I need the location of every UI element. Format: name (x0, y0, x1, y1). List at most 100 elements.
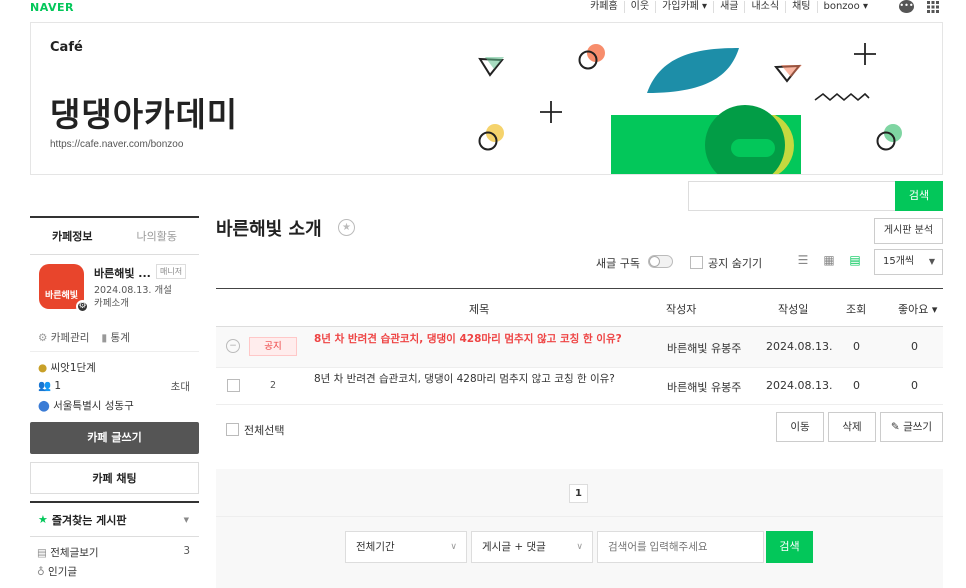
notice-likes: 0 (911, 340, 918, 353)
board-options: 새글 구독 공지 숨기기 ☰ ▦ ▤ 15개씩 ▼ (216, 248, 943, 276)
card-view-icon[interactable]: ▦ (822, 253, 836, 267)
write-post-label: 글쓰기 (903, 421, 933, 433)
delete-button[interactable]: 삭제 (828, 412, 876, 442)
gnb-link-my-news[interactable]: 내소식 (744, 1, 785, 13)
cafe-search-input[interactable] (689, 182, 894, 210)
member-count-value[interactable]: 1 (54, 380, 61, 392)
board-list: ▤ 전체글보기 3 ♁ 인기글 (30, 537, 199, 583)
hide-notice-checkbox[interactable] (690, 256, 703, 269)
col-date: 작성일 (778, 303, 809, 316)
tab-my-activity[interactable]: 나의활동 (115, 228, 200, 244)
seed-icon: ● (38, 362, 48, 374)
apps-grid-icon[interactable] (926, 0, 940, 14)
chevron-down-icon: ∨ (450, 542, 457, 552)
cafe-profile: 바른해빛 ⚙ 바른해빛 ... 매니저 2024.08.13. 개설 카페소개 (30, 264, 199, 324)
cafe-name[interactable]: 댕댕아카데미 (50, 88, 238, 136)
favorite-boards-label: 즐겨찾는 게시판 (51, 513, 127, 527)
minus-circle-icon[interactable]: − (226, 339, 240, 353)
cafe-chat-button[interactable]: 카페 채팅 (30, 462, 199, 494)
board-item-label: 인기글 (48, 566, 78, 578)
write-post-button[interactable]: ✎ 글쓰기 (880, 412, 943, 442)
chevron-down-icon[interactable]: ▼ (184, 516, 189, 524)
cafe-profile-image[interactable]: 바른해빛 ⚙ (39, 264, 89, 313)
cafe-manage-links: ⚙ 카페관리 ▮ 통계 (30, 324, 199, 352)
chat-bubble-icon[interactable]: ••• (899, 0, 914, 13)
sidebar-tabs: 카페정보 나의활동 (30, 216, 199, 255)
gnb-links: 카페홈 이웃 가입카페 ▾ 새글 내소식 채팅 bonzoo ▾ (584, 1, 874, 13)
col-title: 제목 (469, 303, 490, 316)
board-item-popular[interactable]: ♁ 인기글 (37, 564, 199, 583)
stats-link[interactable]: ▮ 통계 (101, 330, 129, 345)
cafe-banner: Café 댕댕아카데미 https://cafe.naver.com/bonzo… (30, 22, 943, 175)
col-likes[interactable]: 좋아요 ▾ (898, 301, 937, 317)
board-search-input[interactable] (597, 531, 764, 563)
notice-author[interactable]: 바른해빛 유봉주 (667, 340, 741, 356)
table-header: 제목 작성자 작성일 조회 좋아요 ▾ (216, 289, 943, 327)
location-pin-icon: ⬤ (38, 400, 50, 412)
move-button[interactable]: 이동 (776, 412, 824, 442)
invite-link[interactable]: 초대 (171, 379, 190, 394)
row-checkbox[interactable] (227, 379, 240, 392)
notice-title[interactable]: 8년 차 반려견 습관코치, 댕댕이 428마리 멈추지 않고 코칭 한 이유? (314, 332, 644, 347)
cafe-intro-link[interactable]: 카페소개 (94, 295, 129, 309)
naver-logo[interactable]: NAVER (30, 1, 74, 14)
post-title[interactable]: 8년 차 반려견 습관코치, 댕댕이 428마리 멈추지 않고 코칭 한 이유? (314, 372, 644, 387)
subscribe-toggle[interactable] (648, 255, 673, 268)
popular-icon: ♁ (37, 566, 45, 578)
notice-date: 2024.08.13. (766, 340, 833, 353)
gear-icon: ⚙ (38, 332, 48, 344)
board-title: 바른해빛 소개 (216, 219, 322, 240)
post-date: 2024.08.13. (766, 379, 833, 392)
settings-icon[interactable]: ⚙ (76, 300, 89, 313)
notice-row[interactable]: − 공지 8년 차 반려견 습관코치, 댕댕이 428마리 멈추지 않고 코칭 … (216, 327, 943, 368)
select-all-option[interactable]: 전체선택 (226, 422, 284, 438)
gnb-link-cafe-home[interactable]: 카페홈 (584, 1, 624, 13)
board-search-button[interactable]: 검색 (766, 531, 813, 563)
cafe-logo[interactable]: Café (50, 40, 83, 55)
cafe-search-box: 검색 (688, 181, 943, 211)
gnb-link-joined-cafes[interactable]: 가입카페 ▾ (655, 1, 713, 13)
post-author[interactable]: 바른해빛 유봉주 (667, 379, 741, 395)
manager-badge: 매니저 (156, 264, 187, 279)
list-view-icon[interactable]: ☰ (796, 253, 810, 267)
per-page-select[interactable]: 15개씩 ▼ (874, 249, 943, 275)
board-item-all[interactable]: ▤ 전체글보기 3 (37, 545, 199, 564)
table-row[interactable]: 2 8년 차 반려견 습관코치, 댕댕이 428마리 멈추지 않고 코칭 한 이… (216, 368, 943, 405)
gnb-link-new-posts[interactable]: 새글 (713, 1, 744, 13)
post-views: 0 (853, 379, 860, 392)
board-analysis-button[interactable]: 게시판 분석 (874, 218, 943, 244)
col-author: 작성자 (666, 303, 697, 316)
notice-views: 0 (853, 340, 860, 353)
cafe-info-list: ● 씨앗1단계 👥 1 초대 ⬤ 서울특별시 성동구 (30, 352, 199, 417)
dropdown-arrow-icon: ▼ (928, 257, 935, 266)
select-all-checkbox[interactable] (226, 423, 239, 436)
bar-chart-icon: ▮ (101, 332, 108, 344)
favorite-star-icon[interactable]: ★ (338, 219, 355, 236)
stats-label: 통계 (110, 332, 130, 344)
hide-notice-option[interactable]: 공지 숨기기 (690, 255, 762, 271)
cafe-search-button[interactable]: 검색 (895, 181, 943, 211)
board-item-label: 전체글보기 (50, 547, 99, 559)
scope-select[interactable]: 게시글 + 댓글 ∨ (471, 531, 593, 563)
favorite-boards-header[interactable]: ★ 즐겨찾는 게시판 ▼ (30, 501, 199, 537)
hide-notice-label: 공지 숨기기 (708, 257, 763, 270)
album-view-icon[interactable]: ▤ (848, 253, 862, 267)
member-count: 👥 1 초대 (38, 379, 199, 398)
cafe-level-label[interactable]: 씨앗1단계 (51, 362, 96, 374)
manager-name[interactable]: 바른해빛 ... (94, 265, 151, 281)
tab-cafe-info[interactable]: 카페정보 (30, 228, 115, 244)
board-search-bar: 전체기간 ∨ 게시글 + 댓글 ∨ 검색 (216, 516, 943, 588)
per-page-value: 15개씩 (883, 256, 915, 267)
gnb-link-chat[interactable]: 채팅 (785, 1, 816, 13)
scope-value: 게시글 + 댓글 (482, 541, 546, 553)
gnb-link-neighbors[interactable]: 이웃 (623, 1, 655, 13)
cafe-manage-link[interactable]: ⚙ 카페관리 (38, 330, 89, 345)
gnb-user-menu[interactable]: bonzoo ▾ (816, 1, 875, 13)
cafe-write-button[interactable]: 카페 글쓰기 (30, 422, 199, 454)
post-likes: 0 (911, 379, 918, 392)
cafe-url[interactable]: https://cafe.naver.com/bonzoo (50, 139, 183, 150)
period-select[interactable]: 전체기간 ∨ (345, 531, 467, 563)
page-number[interactable]: 1 (569, 484, 588, 503)
members-icon: 👥 (38, 380, 52, 392)
cafe-location-label[interactable]: 서울특별시 성동구 (53, 400, 134, 412)
